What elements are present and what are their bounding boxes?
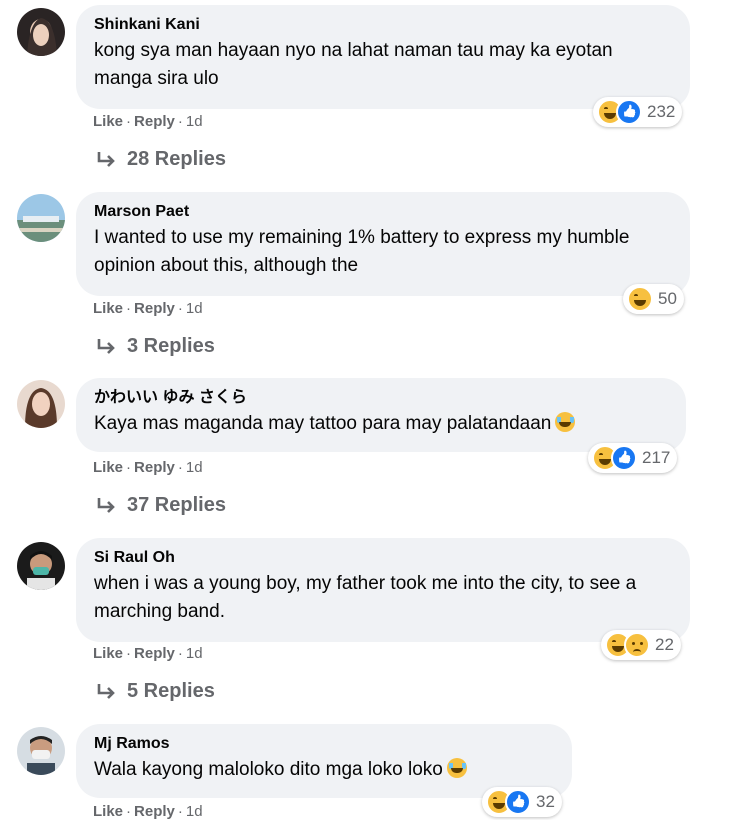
timestamp[interactable]: 1d bbox=[186, 459, 203, 476]
separator: · bbox=[126, 645, 132, 662]
comment-author[interactable]: かわいい ゆみ さくら bbox=[94, 388, 668, 408]
avatar[interactable] bbox=[17, 8, 65, 56]
separator: · bbox=[177, 113, 183, 130]
separator: · bbox=[177, 459, 183, 476]
timestamp[interactable]: 1d bbox=[186, 113, 203, 130]
avatar[interactable] bbox=[17, 380, 65, 428]
reply-link[interactable]: Reply bbox=[134, 300, 175, 317]
comment-text-content: Kaya mas maganda may tattoo para may pal… bbox=[94, 413, 552, 434]
separator: · bbox=[177, 300, 183, 317]
view-replies-link[interactable]: 28 Replies bbox=[96, 148, 226, 171]
rolling-laughing-emoji bbox=[446, 758, 467, 778]
tears-of-joy-emoji bbox=[555, 412, 576, 432]
timestamp[interactable]: 1d bbox=[186, 300, 203, 317]
timestamp[interactable]: 1d bbox=[186, 645, 203, 662]
like-link[interactable]: Like bbox=[93, 803, 123, 820]
comment-actions: Like · Reply · 1d bbox=[93, 803, 203, 820]
like-link[interactable]: Like bbox=[93, 300, 123, 317]
reply-arrow-icon bbox=[96, 682, 118, 702]
view-replies-link[interactable]: 37 Replies bbox=[96, 494, 226, 517]
reply-link[interactable]: Reply bbox=[134, 113, 175, 130]
reaction-summary[interactable]: 22 bbox=[601, 630, 681, 660]
comment-text: Wala kayong maloloko dito mga loko loko bbox=[94, 756, 554, 784]
reaction-summary[interactable]: 232 bbox=[593, 97, 683, 127]
comment-author[interactable]: Mj Ramos bbox=[94, 734, 554, 754]
reaction-count: 22 bbox=[655, 635, 674, 654]
separator: · bbox=[177, 645, 183, 662]
reaction-count: 32 bbox=[536, 792, 555, 811]
comment-text-content: Wala kayong maloloko dito mga loko loko bbox=[94, 759, 443, 780]
comment-actions: Like · Reply · 1d bbox=[93, 459, 203, 476]
view-replies-link[interactable]: 3 Replies bbox=[96, 335, 215, 358]
comment-actions: Like · Reply · 1d bbox=[93, 300, 203, 317]
separator: · bbox=[126, 459, 132, 476]
comment-author[interactable]: Si Raul Oh bbox=[94, 548, 672, 568]
separator: · bbox=[126, 803, 132, 820]
like-icon bbox=[616, 99, 642, 125]
separator: · bbox=[177, 803, 183, 820]
comment-text: Kaya mas maganda may tattoo para may pal… bbox=[94, 410, 668, 438]
comment-bubble: Shinkani Kani kong sya man hayaan nyo na… bbox=[76, 5, 690, 109]
replies-count[interactable]: 37 Replies bbox=[127, 494, 226, 517]
replies-count[interactable]: 28 Replies bbox=[127, 148, 226, 171]
reply-link[interactable]: Reply bbox=[134, 803, 175, 820]
comment-text: kong sya man hayaan nyo na lahat naman t… bbox=[94, 40, 613, 89]
reaction-summary[interactable]: 217 bbox=[588, 443, 678, 473]
separator: · bbox=[126, 300, 132, 317]
replies-count[interactable]: 5 Replies bbox=[127, 680, 215, 703]
replies-count[interactable]: 3 Replies bbox=[127, 335, 215, 358]
comment-bubble: かわいい ゆみ さくら Kaya mas maganda may tattoo … bbox=[76, 378, 686, 452]
reaction-summary[interactable]: 50 bbox=[623, 284, 684, 314]
separator: · bbox=[126, 113, 132, 130]
comment-text: I wanted to use my remaining 1% battery … bbox=[94, 227, 630, 276]
timestamp[interactable]: 1d bbox=[186, 803, 203, 820]
reaction-count: 217 bbox=[642, 448, 671, 467]
reply-arrow-icon bbox=[96, 337, 118, 357]
haha-icon bbox=[627, 286, 653, 312]
comment-text: when i was a young boy, my father took m… bbox=[94, 573, 637, 622]
like-link[interactable]: Like bbox=[93, 645, 123, 662]
like-icon bbox=[505, 789, 531, 815]
reaction-summary[interactable]: 32 bbox=[482, 787, 562, 817]
sad-icon bbox=[624, 632, 650, 658]
reply-link[interactable]: Reply bbox=[134, 645, 175, 662]
like-link[interactable]: Like bbox=[93, 113, 123, 130]
avatar[interactable] bbox=[17, 542, 65, 590]
comment-author[interactable]: Marson Paet bbox=[94, 202, 672, 222]
comment-actions: Like · Reply · 1d bbox=[93, 645, 203, 662]
like-link[interactable]: Like bbox=[93, 459, 123, 476]
reply-link[interactable]: Reply bbox=[134, 459, 175, 476]
reply-arrow-icon bbox=[96, 150, 118, 170]
comment-actions: Like · Reply · 1d bbox=[93, 113, 203, 130]
reaction-count: 50 bbox=[658, 289, 677, 308]
comment-bubble: Marson Paet I wanted to use my remaining… bbox=[76, 192, 690, 296]
reaction-count: 232 bbox=[647, 102, 676, 121]
avatar[interactable] bbox=[17, 727, 65, 775]
comment-author[interactable]: Shinkani Kani bbox=[94, 15, 672, 35]
view-replies-link[interactable]: 5 Replies bbox=[96, 680, 215, 703]
reply-arrow-icon bbox=[96, 496, 118, 516]
like-icon bbox=[611, 445, 637, 471]
avatar[interactable] bbox=[17, 194, 65, 242]
comment-bubble: Si Raul Oh when i was a young boy, my fa… bbox=[76, 538, 690, 642]
